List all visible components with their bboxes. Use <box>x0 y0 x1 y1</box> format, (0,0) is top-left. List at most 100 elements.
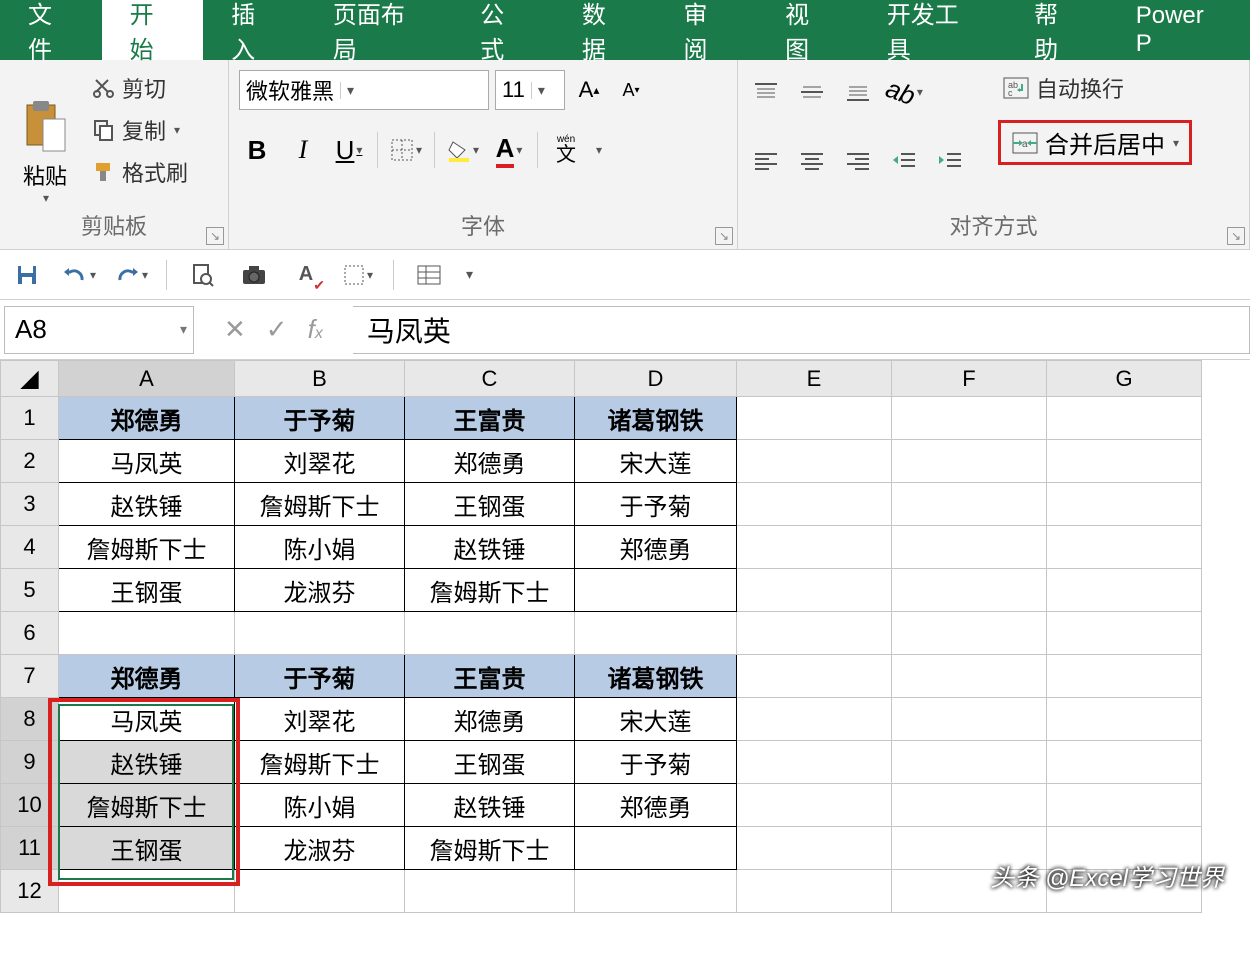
italic-button[interactable]: I <box>285 132 321 168</box>
row-header[interactable]: 10 <box>1 784 59 827</box>
cell[interactable] <box>892 784 1047 827</box>
dialog-launcher-icon[interactable]: ↘ <box>206 227 224 245</box>
col-header-G[interactable]: G <box>1047 361 1202 397</box>
cell[interactable]: 赵铁锤 <box>59 741 235 784</box>
cell[interactable] <box>737 741 892 784</box>
cell[interactable] <box>737 440 892 483</box>
cell[interactable]: 赵铁锤 <box>405 784 575 827</box>
underline-button[interactable]: U▾ <box>331 132 367 168</box>
cell[interactable] <box>892 698 1047 741</box>
align-right-button[interactable] <box>840 142 876 178</box>
redo-button[interactable]: ▾ <box>114 258 148 292</box>
bold-button[interactable]: B <box>239 132 275 168</box>
cell[interactable]: 于予菊 <box>575 741 737 784</box>
cell[interactable]: 詹姆斯下士 <box>235 483 405 526</box>
paste-button[interactable]: 粘贴 ▾ <box>10 70 80 205</box>
tab-page-layout[interactable]: 页面布局 <box>305 0 452 60</box>
tab-data[interactable]: 数据 <box>554 0 656 60</box>
form-button[interactable] <box>412 258 446 292</box>
cell[interactable]: 诸葛钢铁 <box>575 397 737 440</box>
cell[interactable] <box>405 870 575 913</box>
cell[interactable]: 宋大莲 <box>575 440 737 483</box>
tab-formulas[interactable]: 公式 <box>452 0 554 60</box>
orientation-button[interactable]: ab▾ <box>886 74 923 110</box>
cell[interactable] <box>1047 698 1202 741</box>
cell[interactable]: 詹姆斯下士 <box>405 569 575 612</box>
cell[interactable]: 宋大莲 <box>575 698 737 741</box>
grid-table[interactable]: ◢ A B C D E F G 1 郑德勇于予菊王富贵诸葛钢铁 2 马凤英刘翠花… <box>0 360 1202 913</box>
cell[interactable]: 郑德勇 <box>575 784 737 827</box>
cell[interactable]: 赵铁锤 <box>59 483 235 526</box>
save-button[interactable] <box>10 258 44 292</box>
decrease-indent-button[interactable] <box>886 142 922 178</box>
cell[interactable]: 王富贵 <box>405 655 575 698</box>
fill-color-button[interactable]: ▾ <box>445 132 481 168</box>
cell[interactable]: 刘翠花 <box>235 698 405 741</box>
row-header[interactable]: 4 <box>1 526 59 569</box>
cell[interactable] <box>235 870 405 913</box>
cell[interactable] <box>405 612 575 655</box>
col-header-D[interactable]: D <box>575 361 737 397</box>
fx-button[interactable]: fx <box>308 314 323 345</box>
format-painter-button[interactable]: 格式刷 <box>88 154 192 190</box>
cell[interactable]: 詹姆斯下士 <box>235 741 405 784</box>
cancel-formula-button[interactable]: ✕ <box>224 314 246 345</box>
tab-help[interactable]: 帮助 <box>1006 0 1108 60</box>
font-size-combo[interactable]: 11▾ <box>495 70 565 110</box>
cell[interactable]: 陈小娟 <box>235 526 405 569</box>
cell[interactable]: 陈小娟 <box>235 784 405 827</box>
cell[interactable]: 郑德勇 <box>59 655 235 698</box>
cell[interactable] <box>892 440 1047 483</box>
cell[interactable]: 王钢蛋 <box>59 827 235 870</box>
cell[interactable] <box>575 827 737 870</box>
cell[interactable] <box>892 655 1047 698</box>
cell[interactable] <box>1047 397 1202 440</box>
copy-button[interactable]: 复制▾ <box>88 112 192 148</box>
cell[interactable] <box>737 612 892 655</box>
row-header[interactable]: 1 <box>1 397 59 440</box>
increase-font-button[interactable]: A▴ <box>571 72 607 108</box>
row-header[interactable]: 2 <box>1 440 59 483</box>
cell[interactable] <box>1047 440 1202 483</box>
cell[interactable]: 刘翠花 <box>235 440 405 483</box>
cell[interactable]: 王钢蛋 <box>405 483 575 526</box>
row-header[interactable]: 5 <box>1 569 59 612</box>
tab-insert[interactable]: 插入 <box>203 0 305 60</box>
tab-file[interactable]: 文件 <box>0 0 102 60</box>
align-top-button[interactable] <box>748 74 784 110</box>
cell[interactable] <box>892 397 1047 440</box>
cell[interactable]: 于予菊 <box>235 397 405 440</box>
align-center-button[interactable] <box>794 142 830 178</box>
row-header[interactable]: 9 <box>1 741 59 784</box>
cell[interactable]: 郑德勇 <box>405 698 575 741</box>
font-color-button[interactable]: A▾ <box>491 132 527 168</box>
cell[interactable] <box>737 827 892 870</box>
col-header-B[interactable]: B <box>235 361 405 397</box>
row-header[interactable]: 6 <box>1 612 59 655</box>
cell[interactable]: 郑德勇 <box>59 397 235 440</box>
cell[interactable]: 詹姆斯下士 <box>59 784 235 827</box>
cell[interactable]: 诸葛钢铁 <box>575 655 737 698</box>
cell[interactable] <box>737 483 892 526</box>
enter-formula-button[interactable]: ✓ <box>266 314 288 345</box>
borders-button[interactable]: ▾ <box>388 132 424 168</box>
cell[interactable] <box>892 569 1047 612</box>
dialog-launcher-icon[interactable]: ↘ <box>1227 227 1245 245</box>
row-header[interactable]: 3 <box>1 483 59 526</box>
qat-customize-button[interactable]: ▾ <box>466 266 473 283</box>
cell[interactable]: 于予菊 <box>575 483 737 526</box>
col-header-E[interactable]: E <box>737 361 892 397</box>
cell[interactable] <box>59 870 235 913</box>
formula-input[interactable]: 马凤英 <box>353 306 1250 354</box>
align-middle-button[interactable] <box>794 74 830 110</box>
phonetic-button[interactable]: wén文 <box>548 132 584 168</box>
camera-button[interactable] <box>237 258 271 292</box>
cell[interactable] <box>737 870 892 913</box>
cell[interactable]: 王钢蛋 <box>405 741 575 784</box>
align-left-button[interactable] <box>748 142 784 178</box>
align-bottom-button[interactable] <box>840 74 876 110</box>
tab-home[interactable]: 开始 <box>102 0 204 60</box>
tab-dev[interactable]: 开发工具 <box>859 0 1006 60</box>
col-header-A[interactable]: A <box>59 361 235 397</box>
cell[interactable] <box>575 870 737 913</box>
